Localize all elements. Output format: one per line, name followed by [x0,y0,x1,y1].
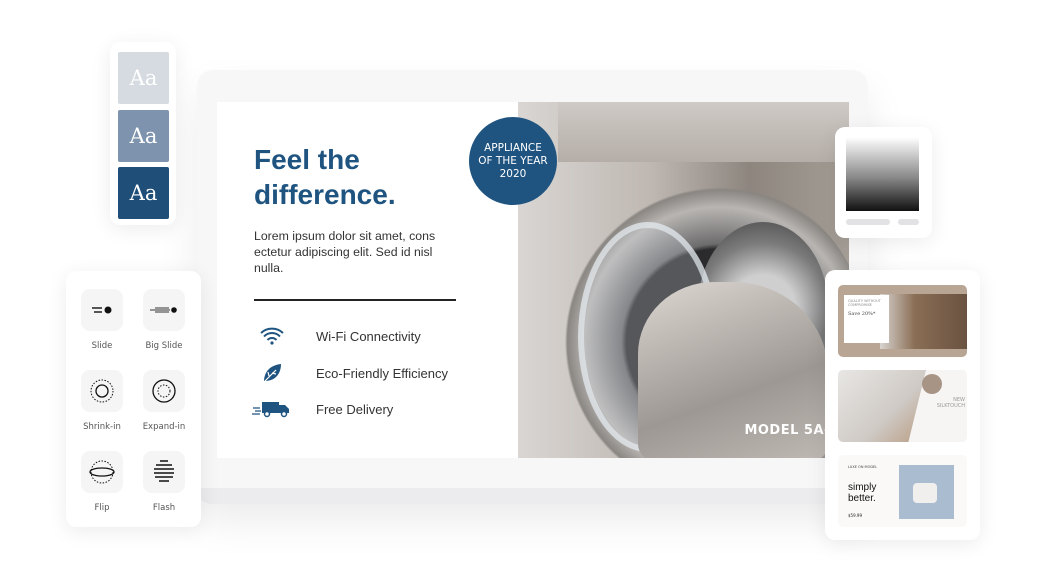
gradient-swatch[interactable] [846,137,919,211]
font-style-panel: Aa Aa Aa [110,42,176,225]
gradient-bar[interactable] [846,219,890,225]
expand-in-icon [143,370,185,412]
leaf-icon [247,362,297,384]
template-silktouch[interactable]: NEW SILKTOUCH [838,370,967,442]
slide-preview[interactable]: Feel the difference. Lorem ipsum dolor si… [217,102,849,458]
feature-label: Wi-Fi Connectivity [316,328,421,344]
template-headline: simply better. [848,482,877,504]
big-slide-icon [143,289,185,331]
slide-body-text: Lorem ipsum dolor sit amet, cons ectetur… [254,229,436,275]
product-device [913,483,937,503]
wifi-icon [247,327,297,345]
template-simply-better[interactable]: LUXE ON MODEL simply better. $59.99 [838,455,967,527]
template-brand: LUXE ON MODEL [848,465,878,469]
feature-label: Free Delivery [316,401,394,417]
animation-expand-in[interactable]: Expand-in [129,370,199,432]
animation-slide[interactable]: Slide [67,289,137,351]
delivery-truck-icon [247,400,297,418]
shrink-in-icon [81,370,123,412]
washing-machine-photo: MODEL 5A-11 [518,102,849,458]
gradient-bar-small[interactable] [898,219,919,225]
laptop-base [197,488,868,504]
award-badge: APPLIANCE OF THE YEAR 2020 [469,117,557,205]
gradient-picker-panel [835,127,932,238]
feature-wifi: Wi-Fi Connectivity [247,326,487,346]
product-photo [838,370,926,442]
templates-panel: QUALITY WITHOUT COMPROMISE Save 20%* NEW… [825,270,980,540]
flash-icon [143,451,185,493]
feature-delivery: Free Delivery [247,399,487,419]
animation-shrink-in[interactable]: Shrink-in [67,370,137,432]
template-kitchen[interactable]: QUALITY WITHOUT COMPROMISE Save 20%* [838,285,967,357]
template-badge [922,374,942,394]
animation-flip[interactable]: Flip [67,451,137,513]
slide-icon [81,289,123,331]
product-photo [899,465,954,519]
feature-eco: Eco-Friendly Efficiency [247,363,487,383]
feature-label: Eco-Friendly Efficiency [316,365,448,381]
animations-panel: Slide Big Slide Shrink-in Expand-in Flip… [66,271,201,527]
slide-headline: Feel the difference. [254,144,396,210]
animation-big-slide[interactable]: Big Slide [129,289,199,351]
font-sample-medium[interactable]: Aa [118,110,169,162]
animation-flash[interactable]: Flash [129,451,199,513]
template-price: $59.99 [848,513,862,518]
font-sample-light[interactable]: Aa [118,52,169,104]
machine-control-panel [558,102,849,162]
kitchen-photo [880,294,967,349]
template-title: NEW SILKTOUCH [936,397,965,409]
divider [254,299,456,301]
font-sample-dark[interactable]: Aa [118,167,169,219]
template-text-box: QUALITY WITHOUT COMPROMISE Save 20%* [844,295,889,343]
flip-icon [81,451,123,493]
